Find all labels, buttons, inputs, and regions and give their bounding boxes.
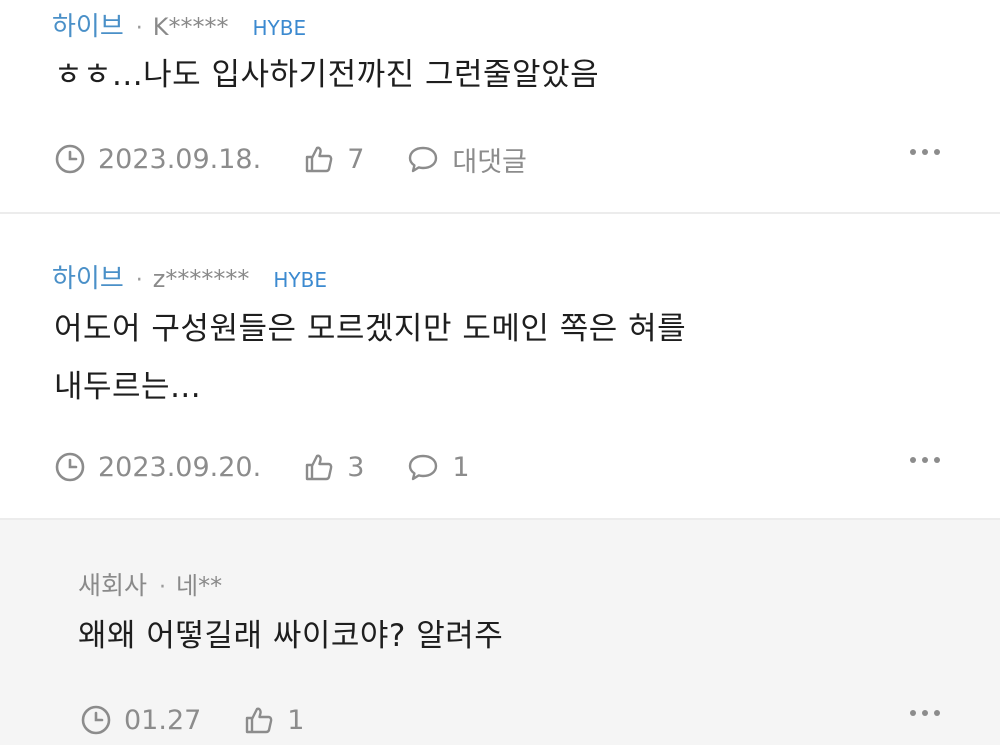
comment-body-line: ㅎㅎ...나도 입사하기전까진 그런줄알았음 — [54, 57, 600, 93]
comment-body-line: 어도어 구성원들은 모르겠지만 도메인 쪽은 혀를 — [54, 311, 687, 347]
company-tag: HYBE — [252, 16, 307, 40]
reply-count: 1 — [452, 451, 470, 483]
reply-button[interactable]: 대댓글 — [406, 140, 527, 179]
more-dots-icon[interactable] — [910, 455, 940, 465]
date-text: 01.27 — [124, 704, 202, 736]
meta-separator: · — [135, 268, 143, 293]
clock-icon — [55, 452, 85, 482]
comment-item: 하이브 · z******* HYBE 어도어 구성원들은 모르겠지만 도메인 … — [0, 212, 1000, 518]
clock-icon — [81, 705, 111, 735]
like-count: 7 — [347, 143, 365, 175]
speech-bubble-icon — [409, 454, 438, 481]
date-text: 2023.09.18. — [98, 143, 262, 175]
comment-item: 하이브 · K***** HYBE ㅎㅎ...나도 입사하기전까진 그런줄알았음… — [0, 0, 1000, 212]
like-button[interactable]: 3 — [303, 451, 364, 483]
like-button[interactable]: 1 — [243, 704, 304, 736]
reply-date: 01.27 — [80, 704, 201, 736]
company-name[interactable]: 새회사 — [78, 566, 147, 602]
company-name[interactable]: 하이브 — [52, 258, 124, 295]
comment-date: 2023.09.18. — [54, 143, 261, 175]
reply-meta: 새회사 · 네** — [78, 566, 222, 602]
comment-date: 2023.09.20. — [54, 451, 261, 483]
author-name: K***** — [152, 13, 229, 41]
comment-body-line: 내두르는... — [54, 369, 202, 405]
comment-footer: 2023.09.18. 7 대댓글 — [54, 139, 569, 179]
more-dots-icon[interactable] — [910, 708, 940, 718]
thumbs-up-icon — [305, 146, 333, 173]
author-name: 네** — [176, 572, 223, 600]
like-count: 3 — [347, 451, 365, 483]
reply-button[interactable]: 1 — [406, 451, 470, 483]
reply-body: 왜왜 어떻길래 싸이코야? 알려주 — [78, 611, 503, 661]
comment-body: ㅎㅎ...나도 입사하기전까진 그런줄알았음 — [54, 50, 599, 100]
meta-separator: · — [159, 575, 167, 600]
author-name: z******* — [152, 265, 250, 293]
thumbs-up-icon — [305, 454, 333, 481]
more-dots-icon[interactable] — [910, 147, 940, 157]
date-text: 2023.09.20. — [98, 451, 262, 483]
meta-separator: · — [135, 16, 143, 41]
comment-body: 어도어 구성원들은 모르겠지만 도메인 쪽은 혀를 내두르는... — [54, 304, 686, 412]
comment-meta: 하이브 · z******* HYBE — [52, 258, 327, 295]
reply-body-line: 왜왜 어떻길래 싸이코야? 알려주 — [78, 618, 504, 654]
clock-icon — [55, 144, 85, 174]
company-name[interactable]: 하이브 — [52, 6, 124, 43]
reply-label: 대댓글 — [452, 146, 527, 178]
reply-item: 새회사 · 네** 왜왜 어떻길래 싸이코야? 알려주 01.27 1 — [0, 518, 1000, 745]
comment-footer: 2023.09.20. 3 1 — [54, 447, 512, 487]
reply-footer: 01.27 1 — [80, 700, 346, 740]
like-button[interactable]: 7 — [303, 143, 364, 175]
company-tag: HYBE — [273, 268, 327, 292]
thumbs-up-icon — [246, 707, 273, 734]
like-count: 1 — [287, 704, 305, 736]
speech-bubble-icon — [409, 146, 438, 173]
comment-meta: 하이브 · K***** HYBE — [52, 6, 306, 43]
